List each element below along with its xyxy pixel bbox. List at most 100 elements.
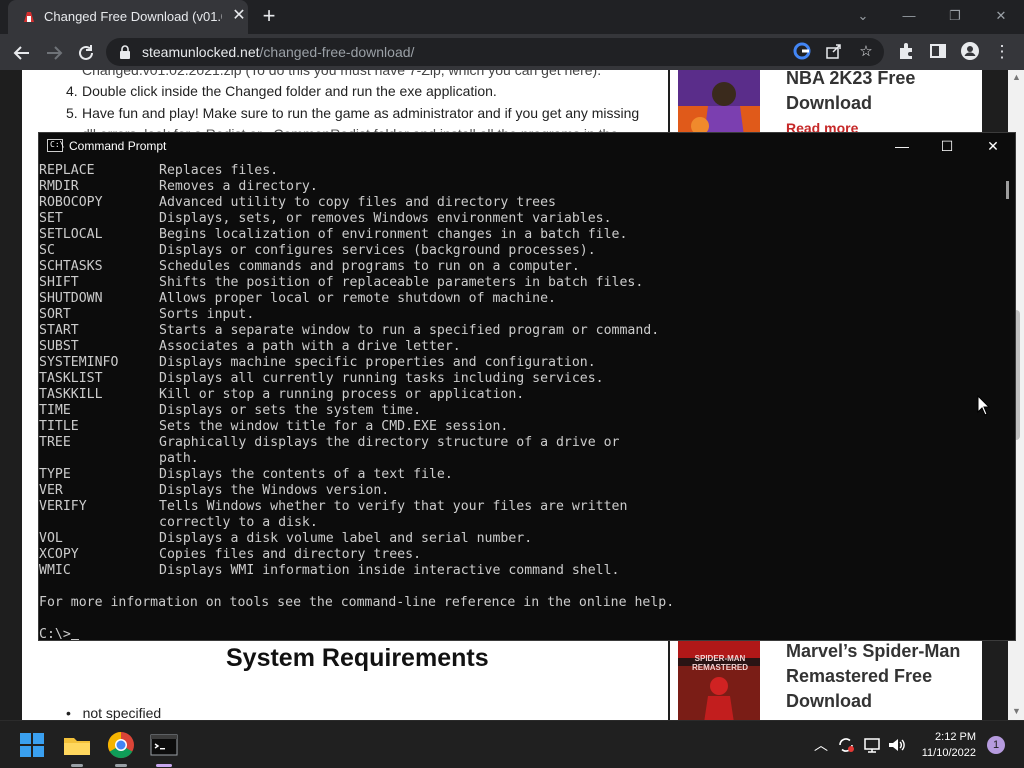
back-arrow-icon[interactable] [10, 41, 34, 65]
chevron-up-icon[interactable]: ︿ [810, 735, 832, 755]
windows-start-icon[interactable] [16, 729, 48, 761]
new-tab-button[interactable]: + [258, 5, 280, 28]
command-description: Displays the contents of a text file. [159, 467, 453, 482]
browser-menu-icon[interactable]: ⋮ [990, 41, 1014, 65]
share-icon[interactable] [824, 42, 844, 62]
browser-close-button[interactable]: ✕ [978, 4, 1024, 28]
step-number: 5. [66, 105, 78, 121]
command-description: Starts a separate window to run a specif… [159, 323, 660, 338]
command-prompt-window[interactable]: C:\ Command Prompt — ☐ ✕ REPLACE Replaces… [38, 132, 1016, 641]
command-name: VERIFY [39, 499, 87, 514]
command-name: RMDIR [39, 179, 79, 194]
file-explorer-icon[interactable] [61, 729, 93, 761]
command-description: Displays all currently running tasks inc… [159, 371, 604, 386]
command-description: Copies files and directory trees. [159, 547, 422, 562]
command-name: SCHTASKS [39, 259, 103, 274]
sidebar-card-title[interactable]: Marvel’s Spider-Man Remastered Free Down… [786, 639, 976, 714]
cmd-footer-line: For more information on tools see the co… [39, 595, 675, 610]
command-name: SORT [39, 307, 71, 322]
sync-icon[interactable] [835, 735, 857, 755]
spider-man-cover-image[interactable] [678, 636, 760, 720]
bookmark-star-icon[interactable]: ☆ [856, 42, 876, 62]
command-description: Displays a disk volume label and serial … [159, 531, 533, 546]
tab-close-icon[interactable]: ✕ [230, 7, 248, 25]
command-name: SHUTDOWN [39, 291, 103, 306]
active-indicator [156, 764, 172, 767]
system-clock[interactable]: 2:12 PM 11/10/2022 [904, 729, 976, 761]
google-lens-icon[interactable] [792, 42, 812, 62]
command-description: Sets the window title for a CMD.EXE sess… [159, 419, 509, 434]
running-indicator [115, 764, 127, 767]
url-text: steamunlocked.net/changed-free-download/ [142, 44, 415, 60]
mouse-pointer-icon [977, 395, 991, 416]
cmd-scroll-thumb[interactable] [1006, 181, 1009, 199]
command-description: Graphically displays the directory struc… [159, 435, 620, 450]
command-description: Displays or sets the system time. [159, 403, 422, 418]
cmd-app-icon: C:\ [47, 139, 64, 152]
cover-image-text: SPIDER-MAN REMASTERED [691, 654, 748, 672]
cmd-console-output[interactable]: REPLACE Replaces files. RMDIR Removes a dir… [39, 159, 999, 640]
section-heading: System Requirements [226, 644, 489, 672]
chrome-icon[interactable] [105, 729, 137, 761]
side-panel-icon[interactable] [926, 41, 950, 65]
list-item: • not specified [66, 705, 162, 720]
taskbar: ︿ 2:12 PM 11/10/2022 1 [0, 720, 1024, 768]
command-description: Begins localization of environment chang… [159, 227, 628, 242]
command-description: Shifts the position of replaceable param… [159, 275, 644, 290]
address-bar[interactable]: steamunlocked.net/changed-free-download/… [106, 38, 884, 66]
command-description: path. [159, 451, 199, 466]
terminal-icon[interactable] [148, 729, 180, 761]
tab-search-icon[interactable]: ⌄ [840, 4, 886, 28]
command-name: TIME [39, 403, 71, 418]
cmd-prompt-line[interactable]: C:\> [39, 627, 79, 640]
command-description: Displays machine specific properties and… [159, 355, 596, 370]
command-name: SHIFT [39, 275, 79, 290]
cmd-close-button[interactable]: ✕ [970, 133, 1016, 159]
scroll-up-arrow-icon[interactable]: ▲ [1012, 72, 1021, 82]
command-name: SC [39, 243, 55, 258]
browser-tab[interactable]: Changed Free Download (v01.02 ✕ [8, 0, 248, 34]
command-name: WMIC [39, 563, 71, 578]
browser-tab-bar: Changed Free Download (v01.02 ✕ + ⌄ — ❐ … [0, 0, 1024, 34]
command-name: TASKLIST [39, 371, 103, 386]
reload-icon[interactable] [74, 41, 98, 65]
command-name: VOL [39, 531, 63, 546]
cmd-scrollbar[interactable] [999, 159, 1015, 640]
command-description: correctly to a disk. [159, 515, 318, 530]
command-description: Removes a directory. [159, 179, 318, 194]
command-description: Tells Windows whether to verify that you… [159, 499, 628, 514]
clock-date: 11/10/2022 [921, 747, 976, 759]
command-description: Replaces files. [159, 163, 279, 178]
notification-badge[interactable]: 1 [987, 736, 1005, 754]
profile-avatar-icon[interactable] [958, 41, 982, 65]
browser-toolbar: steamunlocked.net/changed-free-download/… [0, 34, 1024, 70]
browser-minimize-button[interactable]: — [886, 4, 932, 28]
command-description: Displays WMI information inside interact… [159, 563, 620, 578]
article-step: Have fun and play! Make sure to run the … [82, 105, 640, 121]
site-favicon-icon [24, 12, 34, 22]
command-name: SUBST [39, 339, 79, 354]
sidebar-card-title[interactable]: NBA 2K23 Free Download [786, 70, 976, 116]
extensions-icon[interactable] [894, 41, 918, 65]
command-description: Displays or configures services (backgro… [159, 243, 596, 258]
command-name: TREE [39, 435, 71, 450]
command-name: XCOPY [39, 547, 79, 562]
command-description: Schedules commands and programs to run o… [159, 259, 580, 274]
command-name: ROBOCOPY [39, 195, 103, 210]
browser-restore-button[interactable]: ❐ [932, 4, 978, 28]
command-name: START [39, 323, 79, 338]
cmd-maximize-button[interactable]: ☐ [924, 133, 970, 159]
cmd-title-bar[interactable]: C:\ Command Prompt — ☐ ✕ [39, 133, 1015, 159]
command-description: Advanced utility to copy files and direc… [159, 195, 556, 210]
clock-time: 2:12 PM [935, 731, 976, 743]
command-name: REPLACE [39, 163, 95, 178]
scroll-down-arrow-icon[interactable]: ▼ [1012, 706, 1021, 716]
article-step: Double click inside the Changed folder a… [82, 83, 497, 99]
network-icon[interactable] [861, 735, 883, 755]
cmd-minimize-button[interactable]: — [879, 133, 925, 159]
forward-arrow-icon[interactable] [42, 41, 66, 65]
command-description: Displays the Windows version. [159, 483, 390, 498]
command-name: SYSTEMINFO [39, 355, 119, 370]
command-name: TITLE [39, 419, 79, 434]
article-line: Changed.v01.02.2021.zip (To do this you … [82, 70, 602, 78]
